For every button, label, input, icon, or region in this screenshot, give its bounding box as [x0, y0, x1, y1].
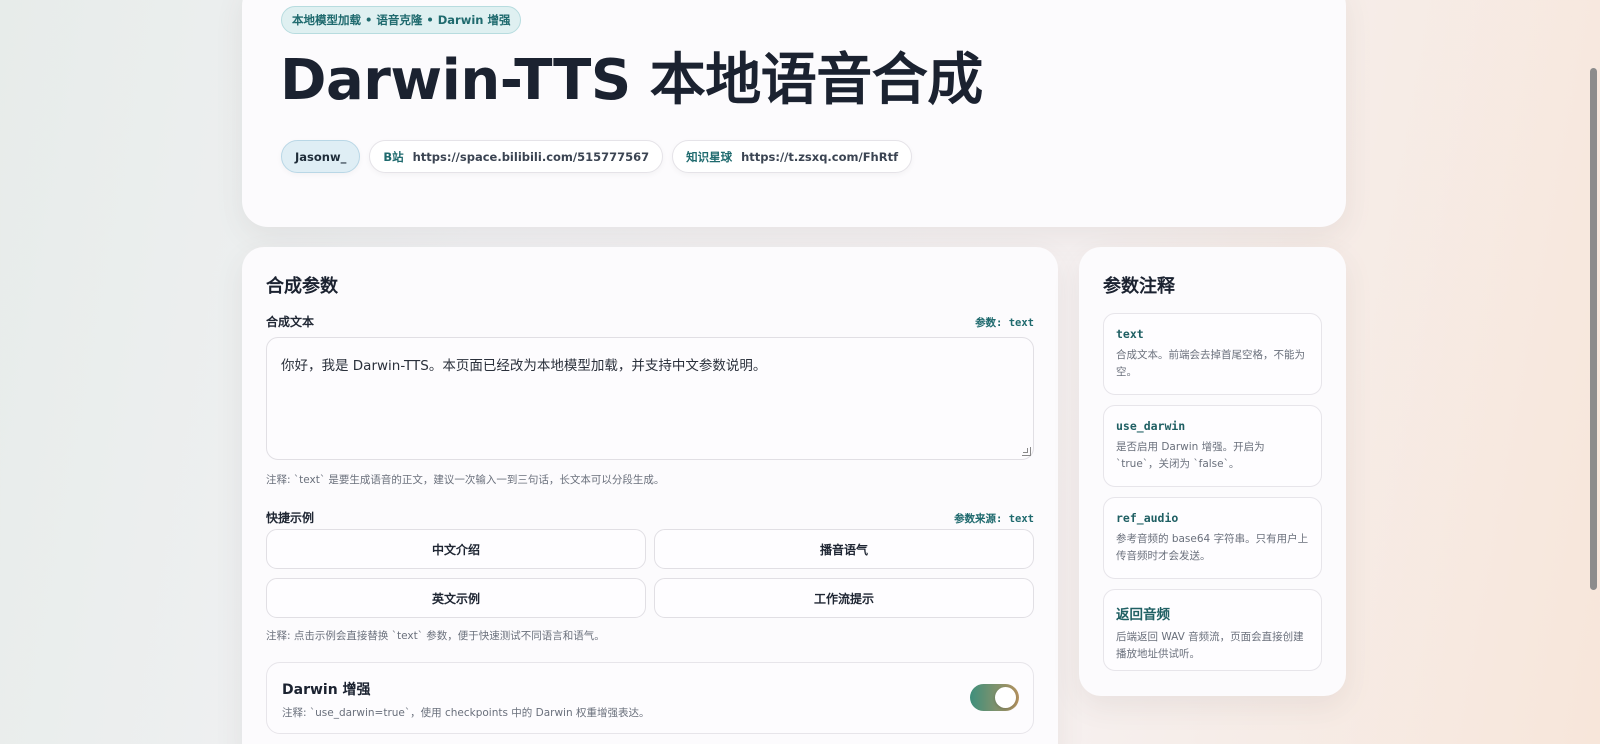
page-title: Darwin-TTS 本地语音合成	[280, 48, 983, 113]
zsxq-label: 知识星球	[686, 149, 733, 164]
note-item-use-darwin: use_darwin 是否启用 Darwin 增强。开启为 `true`，关闭为…	[1103, 405, 1322, 487]
bilibili-label: B站	[383, 149, 404, 164]
note-key: 返回音频	[1116, 607, 1170, 623]
page: 本地模型加载 • 语音克隆 • Darwin 增强 Darwin-TTS 本地语…	[0, 0, 1600, 744]
bilibili-url: https://space.bilibili.com/515777567	[412, 149, 650, 164]
bilibili-link[interactable]: B站 https://space.bilibili.com/515777567	[369, 140, 664, 173]
note-item-text: text 合成文本。前端会去掉首尾空格，不能为空。	[1103, 313, 1322, 395]
examples-label: 快捷示例	[266, 511, 315, 525]
author-chip[interactable]: Jasonw_	[281, 140, 361, 173]
darwin-setting: Darwin 增强 注释: `use_darwin=true`，使用 check…	[266, 662, 1034, 734]
example-button-chinese-intro[interactable]: 中文介绍	[266, 529, 646, 569]
note-key: text	[1116, 327, 1144, 341]
example-button-english[interactable]: 英文示例	[266, 578, 646, 618]
zsxq-url: https://t.zsxq.com/FhRtf	[741, 149, 899, 164]
text-label: 合成文本	[266, 315, 315, 329]
feature-badge: 本地模型加载 • 语音克隆 • Darwin 增强	[281, 6, 522, 34]
param-notes-card: 参数注释 text 合成文本。前端会去掉首尾空格，不能为空。 use_darwi…	[1079, 247, 1346, 696]
author-name: Jasonw_	[295, 149, 347, 164]
text-param-tag: 参数: text	[975, 317, 1034, 329]
text-note: 注释: `text` 是要生成语音的正文，建议一次输入一到三句话，长文本可以分段…	[266, 474, 665, 486]
darwin-title: Darwin 增强	[282, 682, 371, 698]
synthesis-params-card: 合成参数 合成文本 参数: text 你好，我是 Darwin-TTS。本页面已…	[242, 247, 1058, 744]
darwin-note: 注释: `use_darwin=true`，使用 checkpoints 中的 …	[282, 707, 650, 719]
note-item-return-audio: 返回音频 后端返回 WAV 音频流，页面会直接创建播放地址供试听。	[1103, 589, 1322, 671]
examples-param-tag: 参数来源: text	[954, 513, 1034, 525]
note-desc: 是否启用 Darwin 增强。开启为 `true`，关闭为 `false`。	[1116, 441, 1265, 470]
params-title: 合成参数	[266, 276, 338, 297]
synthesis-text-input[interactable]: 你好，我是 Darwin-TTS。本页面已经改为本地模型加载，并支持中文参数说明…	[266, 337, 1034, 460]
note-key: ref_audio	[1116, 511, 1179, 525]
example-button-broadcast[interactable]: 播音语气	[654, 529, 1034, 569]
notes-title: 参数注释	[1103, 276, 1175, 297]
note-item-ref-audio: ref_audio 参考音频的 base64 字符串。只有用户上传音频时才会发送…	[1103, 497, 1322, 579]
toggle-knob	[995, 687, 1016, 708]
note-desc: 合成文本。前端会去掉首尾空格，不能为空。	[1116, 349, 1305, 378]
darwin-toggle[interactable]	[970, 684, 1019, 711]
scrollbar-thumb[interactable]	[1590, 68, 1597, 590]
note-desc: 参考音频的 base64 字符串。只有用户上传音频时才会发送。	[1116, 533, 1309, 562]
note-key: use_darwin	[1116, 419, 1186, 433]
resize-handle-icon[interactable]	[1022, 447, 1031, 456]
example-button-workflow[interactable]: 工作流提示	[654, 578, 1034, 618]
hero-card: 本地模型加载 • 语音克隆 • Darwin 增强 Darwin-TTS 本地语…	[242, 0, 1346, 227]
note-desc: 后端返回 WAV 音频流，页面会直接创建播放地址供试听。	[1116, 631, 1304, 660]
examples-note: 注释: 点击示例会直接替换 `text` 参数，便于快速测试不同语言和语气。	[266, 630, 605, 642]
author-links: Jasonw_ B站 https://space.bilibili.com/51…	[281, 140, 913, 173]
zsxq-link[interactable]: 知识星球 https://t.zsxq.com/FhRtf	[672, 140, 913, 173]
